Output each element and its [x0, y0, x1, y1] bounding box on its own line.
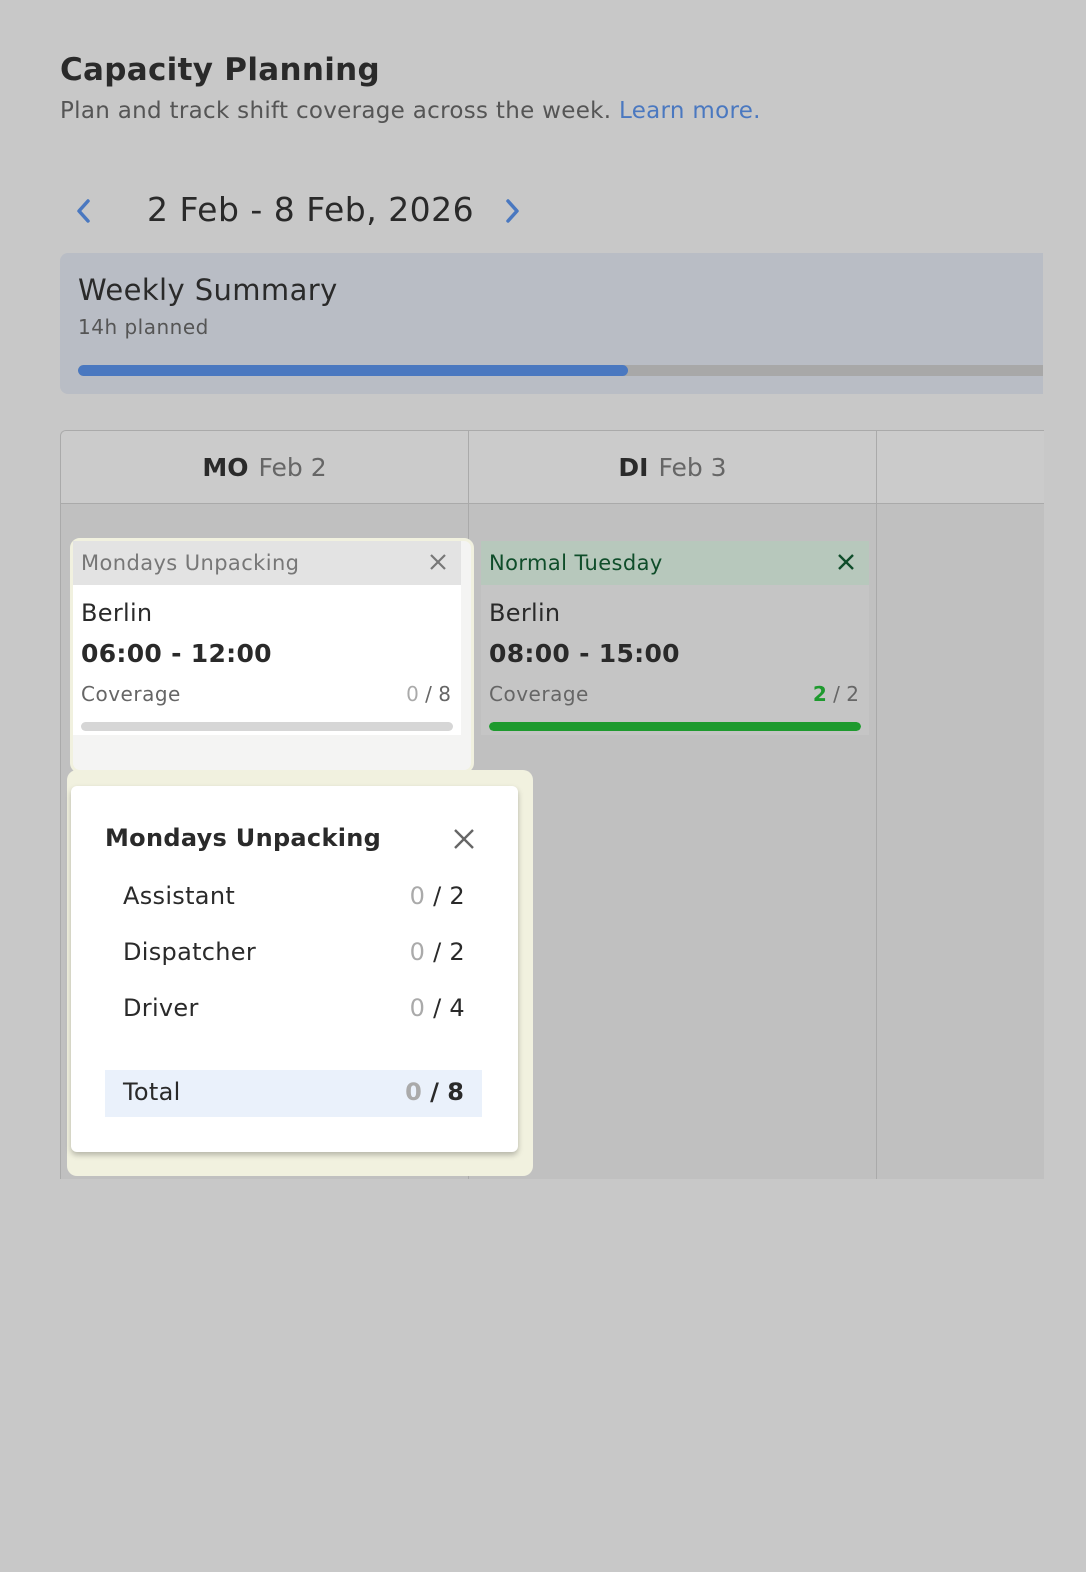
- day-header-wednesday: M: [877, 431, 1044, 504]
- coverage-label: Coverage: [81, 682, 181, 706]
- coverage-separator: /: [418, 682, 439, 706]
- day-of-week: DI: [618, 452, 649, 482]
- shift-name: Normal Tuesday: [489, 551, 663, 575]
- coverage-popover-outline: Mondays Unpacking Assistant 0 / 2 Dispat…: [67, 770, 533, 1176]
- shift-time: 06:00 - 12:00: [81, 639, 272, 668]
- subtitle-text: Plan and track shift coverage across the…: [60, 98, 612, 124]
- shift-location: Berlin: [81, 599, 153, 627]
- page-title: Capacity Planning: [60, 52, 380, 88]
- close-icon[interactable]: [427, 551, 449, 573]
- coverage-value: 2 / 2: [813, 682, 859, 706]
- total-separator: /: [421, 1078, 448, 1106]
- weekly-summary-card: Weekly Summary 14h planned: [60, 253, 1043, 394]
- page-subtitle: Plan and track shift coverage across the…: [60, 98, 761, 124]
- role-filled: 0: [409, 882, 426, 910]
- shift-header: Mondays Unpacking: [73, 541, 461, 585]
- role-separator: /: [425, 938, 450, 966]
- weekly-summary-progress-bar: [78, 365, 1043, 376]
- shift-card[interactable]: Normal Tuesday Berlin 08:00 - 15:00 Cove…: [481, 541, 869, 735]
- coverage-progress-fill: [489, 722, 861, 731]
- previous-week-button[interactable]: [60, 186, 108, 236]
- coverage-label: Coverage: [489, 682, 589, 706]
- role-row-assistant: Assistant 0 / 2: [123, 882, 465, 918]
- shift-card[interactable]: Mondays Unpacking Berlin 06:00 - 12:00 C…: [73, 541, 461, 735]
- role-required: 2: [449, 882, 465, 910]
- day-of-week: MO: [202, 452, 249, 482]
- role-separator: /: [425, 882, 450, 910]
- role-required: 4: [449, 994, 465, 1022]
- role-filled: 0: [409, 994, 426, 1022]
- role-name: Driver: [123, 994, 199, 1022]
- role-separator: /: [425, 994, 450, 1022]
- coverage-required: 8: [438, 682, 451, 706]
- shift-time: 08:00 - 15:00: [489, 639, 680, 668]
- shift-header: Normal Tuesday: [481, 541, 869, 585]
- coverage-filled: 0: [406, 682, 419, 706]
- weekly-summary-progress-fill: [78, 365, 629, 376]
- weekly-summary-title: Weekly Summary: [78, 273, 338, 307]
- coverage-progress-bar: [81, 722, 453, 731]
- day-header-tuesday: DI Feb 3: [469, 431, 877, 504]
- coverage-filled: 2: [812, 682, 827, 706]
- shift-location: Berlin: [489, 599, 561, 627]
- day-date: Feb 2: [258, 452, 327, 482]
- total-filled: 0: [405, 1078, 422, 1106]
- role-coverage: 0 / 2: [410, 938, 465, 966]
- coverage-value: 0 / 8: [406, 682, 451, 706]
- coverage-popover: Mondays Unpacking Assistant 0 / 2 Dispat…: [71, 786, 518, 1152]
- chevron-left-icon: [77, 199, 90, 223]
- weekly-summary-planned: 14h planned: [78, 315, 209, 339]
- chevron-right-icon: [506, 199, 519, 223]
- role-coverage: 0 / 2: [410, 882, 465, 910]
- coverage-progress-bar: [489, 722, 861, 731]
- week-navigator: 2 Feb - 8 Feb, 2026: [60, 186, 560, 238]
- role-name: Assistant: [123, 882, 236, 910]
- role-name: Dispatcher: [123, 938, 257, 966]
- day-header-monday: MO Feb 2: [61, 431, 469, 504]
- day-date: Feb 3: [658, 452, 727, 482]
- role-total-row: Total 0 / 8: [105, 1070, 482, 1117]
- week-range-label: 2 Feb - 8 Feb, 2026: [147, 190, 475, 229]
- day-column-wednesday[interactable]: [877, 504, 1044, 1179]
- total-coverage: 0 / 8: [405, 1078, 464, 1106]
- learn-more-link[interactable]: Learn more.: [619, 98, 761, 124]
- role-row-driver: Driver 0 / 4: [123, 994, 465, 1030]
- role-required: 2: [449, 938, 465, 966]
- next-week-button[interactable]: [488, 186, 536, 236]
- role-filled: 0: [409, 938, 426, 966]
- shift-name: Mondays Unpacking: [81, 551, 300, 575]
- role-coverage: 0 / 4: [410, 994, 465, 1022]
- close-icon[interactable]: [451, 826, 477, 852]
- role-row-dispatcher: Dispatcher 0 / 2: [123, 938, 465, 974]
- total-label: Total: [123, 1078, 181, 1106]
- popover-title: Mondays Unpacking: [105, 824, 382, 852]
- coverage-separator: /: [826, 682, 847, 706]
- coverage-required: 2: [846, 682, 859, 706]
- close-icon[interactable]: [835, 551, 857, 573]
- total-required: 8: [447, 1078, 464, 1106]
